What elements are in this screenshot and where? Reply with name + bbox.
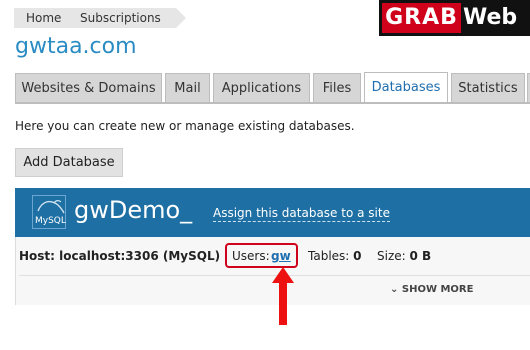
size-label: Size: [377, 249, 406, 263]
database-name[interactable]: gwDemo_ [74, 196, 192, 224]
grabweb-logo: GRAB Web [379, 0, 530, 36]
tab-applications-label: Applications [221, 81, 302, 96]
tab-websites-domains-label: Websites & Domains [21, 81, 156, 96]
chevron-down-icon: ⌄ [390, 284, 399, 295]
tab-mail[interactable]: Mail [165, 73, 210, 103]
tab-divider [15, 102, 530, 104]
database-card-header: MySQL gwDemo_ Assign this database to a … [15, 188, 530, 237]
tab-databases-label: Databases [371, 80, 441, 95]
mysql-icon: MySQL [32, 195, 66, 229]
tab-websites-domains[interactable]: Websites & Domains [15, 73, 162, 103]
tab-bar: Websites & Domains Mail Applications Fil… [15, 72, 530, 104]
database-host: Host: localhost:3306 (MySQL) [19, 249, 221, 263]
breadcrumb-subscriptions[interactable]: Subscriptions [68, 8, 186, 28]
logo-web-text: Web [463, 5, 518, 30]
tab-databases[interactable]: Databases [364, 72, 448, 104]
tables-label: Tables: [308, 249, 350, 263]
tab-files[interactable]: Files [313, 73, 361, 103]
users-link[interactable]: gw [271, 249, 291, 263]
tables-stat: Tables: 0 [308, 249, 362, 263]
assign-site-link[interactable]: Assign this database to a site [213, 206, 390, 222]
tab-statistics[interactable]: Statistics [451, 73, 525, 103]
tab-files-label: Files [322, 81, 352, 96]
page-description: Here you can create new or manage existi… [15, 119, 355, 133]
tab-mail-label: Mail [174, 81, 201, 96]
tables-value: 0 [353, 249, 362, 263]
tab-applications[interactable]: Applications [213, 73, 310, 103]
users-label: Users: [232, 249, 270, 263]
tab-statistics-label: Statistics [458, 81, 518, 96]
logo-grab-text: GRAB [382, 3, 461, 33]
breadcrumb-home-label: Home [26, 11, 62, 25]
size-stat: Size: 0 B [377, 249, 431, 263]
size-value: 0 B [409, 249, 432, 263]
show-more-button[interactable]: ⌄ SHOW MORE [390, 284, 473, 295]
breadcrumb-subscriptions-label: Subscriptions [80, 11, 161, 25]
page-title: gwtaa.com [15, 34, 137, 59]
show-more-label: SHOW MORE [401, 284, 474, 295]
mysql-icon-label: MySQL [35, 216, 66, 226]
breadcrumb-home[interactable]: Home [14, 8, 84, 28]
red-arrow-icon [272, 267, 294, 325]
add-database-button[interactable]: Add Database [15, 148, 123, 177]
